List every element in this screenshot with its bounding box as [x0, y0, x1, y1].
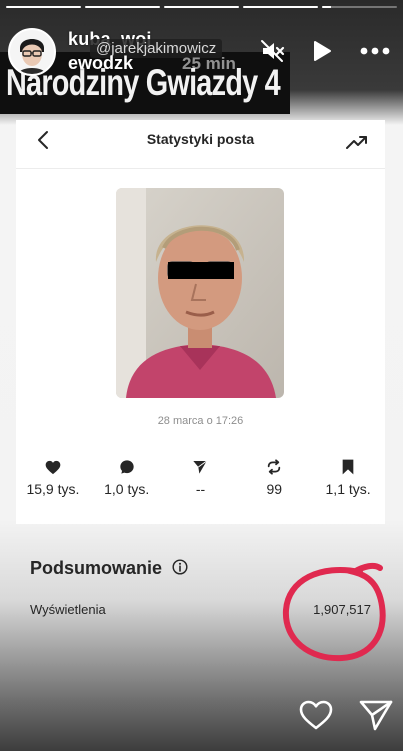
progress-fill [164, 6, 239, 8]
play-button[interactable] [306, 36, 336, 66]
trending-icon [346, 136, 367, 149]
comment-icon [120, 460, 134, 474]
metric-likes: 15,9 tys. [16, 458, 90, 497]
story-header: kuba_woj @jarekjakimowicz ewodzk 25 min [8, 22, 395, 78]
share-icon [193, 460, 208, 474]
progress-fill [243, 6, 318, 8]
play-icon [314, 41, 331, 61]
post-date: 28 marca o 17:26 [157, 415, 244, 427]
metrics-row: 15,9 tys. 1,0 tys. -- 99 1,1 tys. [16, 458, 385, 497]
progress-segment [243, 6, 318, 8]
more-options-button[interactable] [360, 36, 390, 66]
post-stats-card: Statystyki posta 28 marca o 17:26 15,9 t… [16, 120, 385, 524]
stats-nav-bar: Statystyki posta [16, 120, 385, 169]
story-username-continued: ewodzk [68, 53, 134, 73]
like-story-heart-icon[interactable] [298, 697, 334, 733]
metric-value: 1,1 tys. [325, 481, 371, 497]
progress-fill [322, 6, 331, 8]
progress-fill [6, 6, 81, 8]
more-dots-icon [360, 47, 390, 55]
summary-title: Podsumowanie [30, 558, 163, 578]
metric-shares: -- [164, 458, 238, 497]
send-story-icon[interactable] [358, 697, 394, 733]
metric-value: 15,9 tys. [26, 481, 80, 497]
bookmark-icon [342, 459, 354, 475]
story-viewer: Narodziny Gwiazdy 4 kuba_woj @jarekjakim… [0, 0, 403, 751]
progress-segment [164, 6, 239, 8]
story-timestamp: 25 min [182, 54, 236, 73]
metric-reposts: 99 [237, 458, 311, 497]
views-label: Wyświetlenia [30, 602, 106, 617]
annotation-circle [282, 562, 386, 662]
progress-segment [6, 6, 81, 8]
progress-segment [85, 6, 160, 8]
info-icon [172, 559, 188, 575]
progress-segment [322, 6, 397, 8]
stats-title: Statystyki posta [146, 131, 255, 147]
speaker-muted-icon [261, 40, 285, 62]
avatar[interactable] [8, 28, 56, 76]
metric-saves: 1,1 tys. [311, 458, 385, 497]
metric-value: 99 [266, 481, 283, 497]
repost-icon [268, 459, 281, 475]
progress-fill [85, 6, 160, 8]
metric-comments: 1,0 tys. [90, 458, 164, 497]
story-progress-bar [6, 6, 397, 8]
metric-value: -- [195, 481, 206, 497]
heart-icon [45, 460, 61, 474]
mute-button[interactable] [258, 36, 288, 66]
metric-value: 1,0 tys. [104, 481, 150, 497]
post-thumbnail [116, 188, 284, 398]
